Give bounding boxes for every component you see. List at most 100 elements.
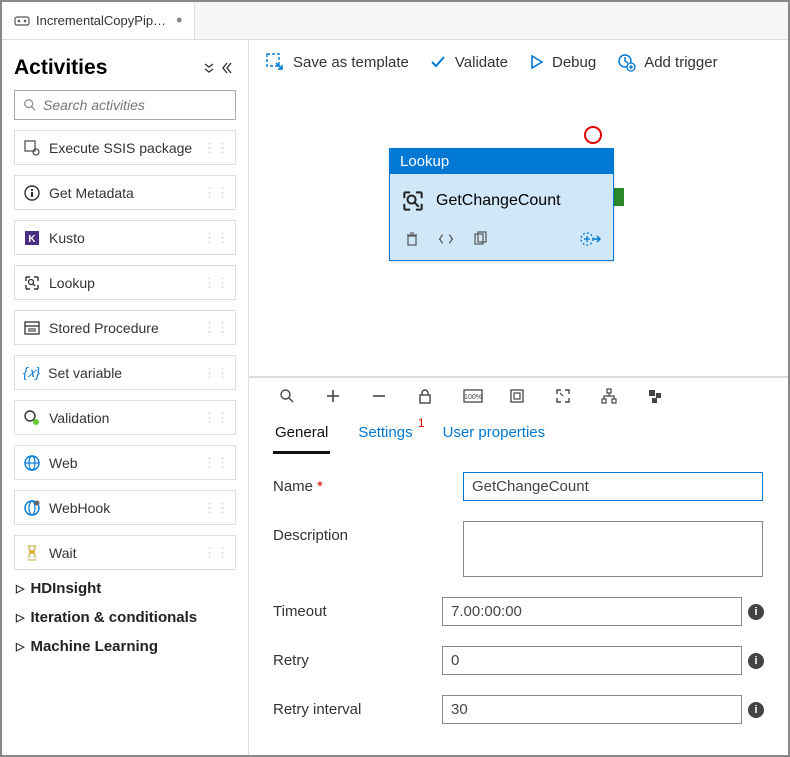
tab-settings-badge: 1 [418,416,425,430]
category-hdinsight[interactable]: ▷ HDInsight [16,580,236,597]
pipeline-tab[interactable]: IncrementalCopyPip… • [2,2,195,39]
debug-button[interactable]: Debug [528,54,596,71]
check-icon [429,53,447,71]
chevron-right-icon: ▷ [16,640,24,653]
category-label: Iteration & conditionals [30,609,197,626]
lock-icon[interactable] [417,388,435,404]
chevrons-down-icon[interactable] [202,61,216,75]
tab-settings-label: Settings [358,424,412,441]
fullscreen-icon[interactable] [555,388,573,404]
add-output-button[interactable] [579,228,601,250]
activity-wait[interactable]: Wait ⋮⋮ [14,535,236,570]
activities-title-bar: Activities [14,50,236,90]
tab-settings[interactable]: Settings1 [356,420,414,454]
activities-title: Activities [14,56,107,80]
activity-label: Execute SSIS package [49,140,192,156]
zoom-out-icon[interactable] [371,388,389,404]
chevron-right-icon: ▷ [16,582,24,595]
add-trigger-button[interactable]: Add trigger [616,52,717,72]
clone-button[interactable] [472,231,488,247]
webhook-icon [23,499,41,517]
stored-proc-icon [23,319,41,337]
svg-text:K: K [28,234,36,245]
retry-interval-input[interactable] [442,695,742,724]
save-template-label: Save as template [293,54,409,71]
activity-validation[interactable]: Validation ⋮⋮ [14,400,236,435]
canvas-and-editor: Save as template Validate Debug Add trig… [249,40,788,755]
activities-list: Execute SSIS package ⋮⋮ Get Metadata ⋮⋮ … [14,130,236,655]
name-label: Name* [273,472,463,495]
editor-toolbar: 100% [249,378,788,412]
lookup-node-icon [400,188,426,214]
validation-icon [23,409,41,427]
output-connector[interactable] [614,188,624,206]
retry-interval-label: Retry interval [273,695,442,718]
activity-execute-ssis[interactable]: Execute SSIS package ⋮⋮ [14,130,236,165]
collapse-panel-icon[interactable] [222,61,236,75]
activity-label: Web [49,455,78,471]
zoom-100-icon[interactable]: 100% [463,388,481,404]
metadata-icon [23,184,41,202]
play-icon [528,54,544,70]
tab-user-properties[interactable]: User properties [441,420,548,454]
pipeline-tab-title: IncrementalCopyPip… [36,13,166,28]
chevron-right-icon: ▷ [16,611,24,624]
validate-button[interactable]: Validate [429,53,508,71]
grip-icon: ⋮⋮ [203,320,229,336]
category-label: HDInsight [30,580,101,597]
activity-label: Kusto [49,230,85,246]
zoom-search-icon[interactable] [279,388,297,404]
node-type-label: Lookup [390,149,613,174]
search-input[interactable] [43,97,227,113]
search-activities-box[interactable] [14,90,236,120]
trigger-icon [616,52,636,72]
activity-kusto[interactable]: KKusto ⋮⋮ [14,220,236,255]
auto-layout-icon[interactable] [601,388,619,404]
activity-label: Wait [49,545,76,561]
description-input[interactable] [463,521,763,577]
info-icon[interactable]: i [748,653,764,669]
web-icon [23,454,41,472]
activity-stored-proc[interactable]: Stored Procedure ⋮⋮ [14,310,236,345]
fit-screen-icon[interactable] [509,388,527,404]
delete-button[interactable] [404,231,420,247]
activity-label: WebHook [49,500,110,516]
lookup-activity-node[interactable]: Lookup GetChangeCount [389,148,614,261]
activities-panel: Activities Execute SSIS package ⋮⋮ [2,40,249,755]
timeout-input[interactable] [442,597,742,626]
ssis-icon [23,139,41,157]
activity-lookup[interactable]: Lookup ⋮⋮ [14,265,236,300]
grip-icon: ⋮⋮ [203,410,229,426]
name-input[interactable] [463,472,763,501]
activity-set-variable[interactable]: {𝑥}Set variable ⋮⋮ [14,355,236,390]
pipeline-icon [14,13,30,29]
align-icon[interactable] [647,388,665,404]
grip-icon: ⋮⋮ [203,140,229,156]
retry-input[interactable] [442,646,742,675]
grip-icon: ⋮⋮ [203,455,229,471]
tab-general[interactable]: General [273,420,330,454]
pipeline-canvas[interactable]: Lookup GetChangeCount [249,86,788,376]
category-ml[interactable]: ▷ Machine Learning [16,638,236,655]
view-code-button[interactable] [438,231,454,247]
tab-general-label: General [275,424,328,441]
category-iteration[interactable]: ▷ Iteration & conditionals [16,609,236,626]
activity-label: Stored Procedure [49,320,159,336]
wait-icon [23,544,41,562]
save-template-icon [265,52,285,72]
lookup-icon [23,274,41,292]
timeout-label: Timeout [273,597,442,620]
info-icon[interactable]: i [748,702,764,718]
node-name: GetChangeCount [436,192,561,210]
info-icon[interactable]: i [748,604,764,620]
canvas-toolbar: Save as template Validate Debug Add trig… [249,40,788,86]
category-label: Machine Learning [30,638,158,655]
save-template-button[interactable]: Save as template [265,52,409,72]
zoom-in-icon[interactable] [325,388,343,404]
activity-webhook[interactable]: WebHook ⋮⋮ [14,490,236,525]
activity-web[interactable]: Web ⋮⋮ [14,445,236,480]
main-area: Activities Execute SSIS package ⋮⋮ [2,40,788,755]
activity-get-metadata[interactable]: Get Metadata ⋮⋮ [14,175,236,210]
validate-label: Validate [455,54,508,71]
tab-bar: IncrementalCopyPip… • [2,2,788,40]
